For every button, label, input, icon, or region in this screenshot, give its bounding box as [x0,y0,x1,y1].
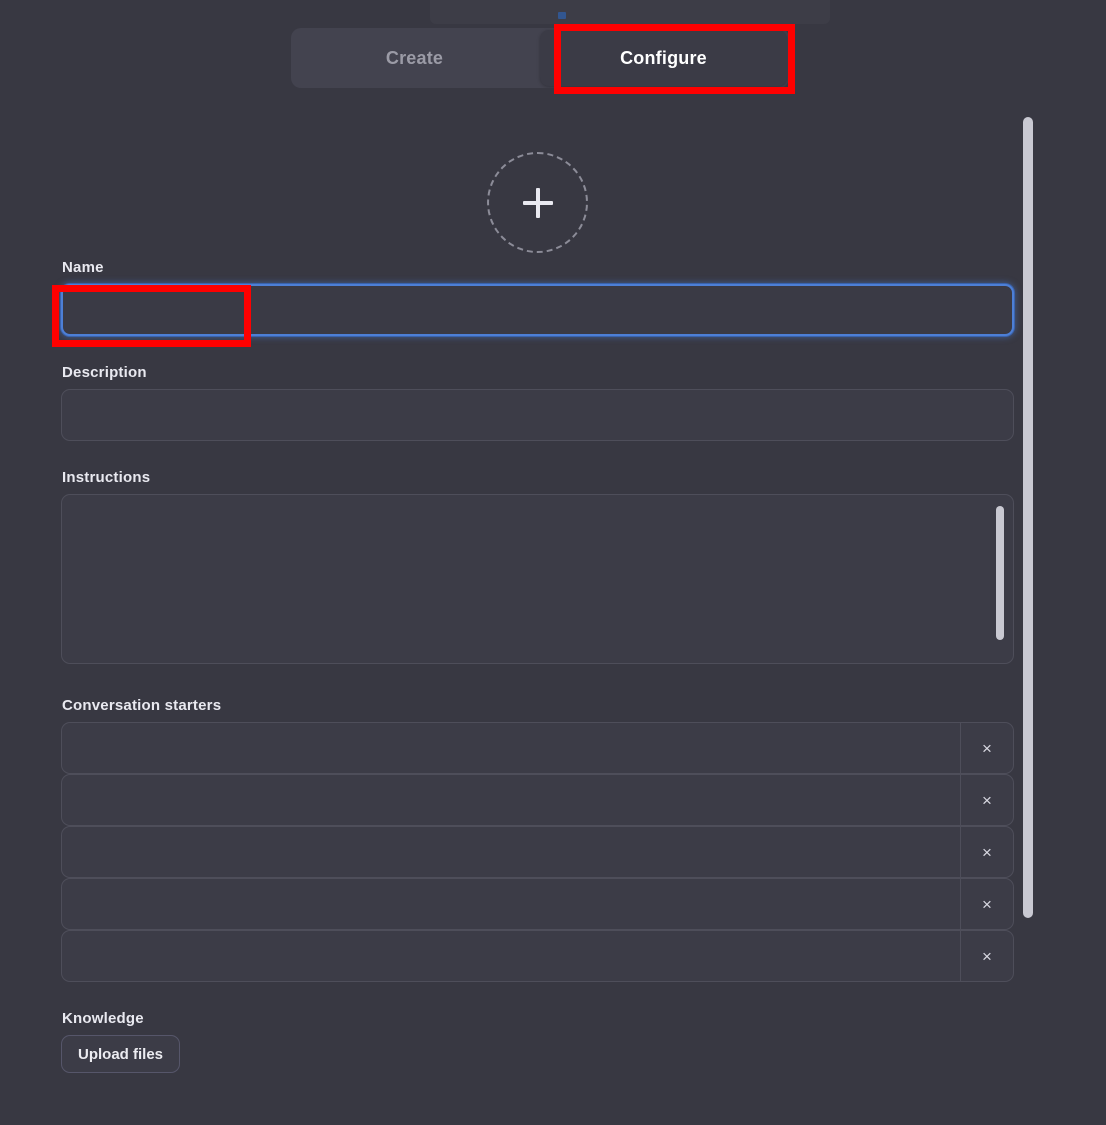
tab-configure[interactable]: Configure [540,30,787,86]
name-input[interactable] [61,284,1014,336]
mode-tabbar: Create Configure [291,28,789,88]
instructions-scrollbar[interactable] [996,506,1004,640]
conversation-starter-row: × [61,826,1014,878]
conversation-starter-input[interactable] [61,826,960,878]
background-accent-mark [558,12,566,19]
close-icon[interactable]: × [960,826,1014,878]
conversation-starter-row: × [61,722,1014,774]
avatar-upload-button[interactable] [487,152,588,253]
close-icon[interactable]: × [960,774,1014,826]
description-input[interactable] [61,389,1014,441]
conversation-starter-input[interactable] [61,722,960,774]
plus-icon [522,187,553,218]
close-icon[interactable]: × [960,722,1014,774]
upload-files-button[interactable]: Upload files [61,1035,181,1073]
conversation-starter-input[interactable] [61,774,960,826]
background-panel [430,0,830,24]
name-label: Name [62,259,104,276]
conversation-starter-input[interactable] [61,878,960,930]
instructions-textarea[interactable] [61,494,1014,664]
close-icon[interactable]: × [960,878,1014,930]
close-icon[interactable]: × [960,930,1014,982]
conversation-starter-row: × [61,878,1014,930]
page-scrollbar-thumb[interactable] [1023,117,1033,918]
description-label: Description [62,364,147,381]
knowledge-label: Knowledge [62,1010,144,1027]
configure-scroll-area: Name Description Instructions Conversati… [0,104,1106,1125]
conversation-starter-input[interactable] [61,930,960,982]
conversation-starters-label: Conversation starters [62,697,222,714]
gpt-configure-form: Name Description Instructions Conversati… [61,259,1014,1073]
avatar-uploader-wrap [487,152,588,253]
conversation-starter-row: × [61,774,1014,826]
tab-create[interactable]: Create [291,28,538,88]
instructions-wrap [61,494,1014,669]
conversation-starter-row: × [61,930,1014,982]
instructions-label: Instructions [62,469,151,486]
